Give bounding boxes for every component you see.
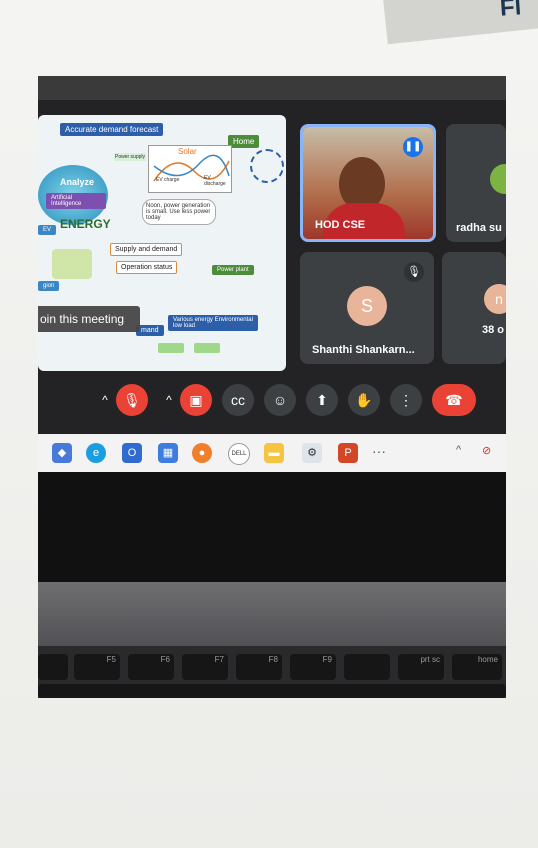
slide-ai: Artificial Intelligence bbox=[46, 193, 106, 209]
participant-tile-shanthi[interactable]: 🎙 S Shanthi Shankarn... bbox=[300, 252, 434, 364]
photo: Accurate demand forecast Home Analyze Ar… bbox=[38, 76, 506, 698]
meet-top-bar bbox=[38, 76, 506, 100]
powerpoint-icon[interactable]: P bbox=[338, 443, 358, 463]
camera-options-caret[interactable]: ^ bbox=[156, 385, 182, 415]
participant-tile-radha[interactable]: radha su bbox=[446, 124, 506, 242]
slide-various-energy: Various energy Environmental low load bbox=[168, 315, 258, 331]
slide-gion: gion bbox=[38, 281, 60, 291]
mic-off-button[interactable]: 🎙 bbox=[116, 384, 148, 416]
leave-call-button[interactable]: ☎ bbox=[432, 384, 476, 416]
participant-count: 38 o bbox=[482, 324, 505, 336]
key bbox=[38, 654, 68, 680]
key-f8: F8 bbox=[236, 654, 282, 680]
participant-name: radha su bbox=[456, 222, 502, 234]
camera-off-icon: ▣ bbox=[189, 392, 203, 408]
participant-tile-others[interactable]: n 38 o bbox=[442, 252, 506, 364]
corner-lettering: Fl bbox=[499, 0, 523, 22]
slide-green-tag bbox=[194, 343, 220, 353]
network-icon[interactable]: ⊘ bbox=[482, 444, 491, 457]
mic-options-caret[interactable]: ^ bbox=[92, 385, 118, 415]
gear-icon bbox=[250, 149, 284, 183]
laptop-deck bbox=[38, 582, 506, 654]
presented-slide: Accurate demand forecast Home Analyze Ar… bbox=[38, 115, 286, 371]
key-home: home bbox=[452, 654, 502, 680]
avatar: n bbox=[484, 284, 506, 314]
slide-energy: ENERGY bbox=[60, 217, 111, 231]
outlook-icon[interactable]: O bbox=[122, 443, 142, 463]
slide-title-box: Accurate demand forecast bbox=[60, 123, 164, 136]
slide-demand: mand bbox=[136, 325, 164, 336]
slide-analyze: Analyze bbox=[60, 177, 95, 187]
avatar: S bbox=[347, 286, 387, 326]
slide-ev-discharge: EV discharge bbox=[204, 175, 226, 187]
speaking-icon: ❚❚ bbox=[403, 137, 423, 157]
participant-name: Shanthi Shankarn... bbox=[312, 344, 415, 356]
participant-name: HOD CSE bbox=[315, 219, 366, 231]
dell-icon[interactable]: DELL bbox=[228, 443, 250, 465]
participant-tile-hod[interactable]: ❚❚ HOD CSE bbox=[300, 124, 436, 242]
captions-button[interactable]: cc bbox=[222, 384, 254, 416]
emoji-icon: ☺ bbox=[272, 392, 288, 408]
key-prt-sc: prt sc bbox=[398, 654, 444, 680]
slide-operation-status: Operation status bbox=[116, 261, 178, 274]
house-graphic bbox=[52, 249, 92, 279]
emoji-button[interactable]: ☺ bbox=[264, 384, 296, 416]
slide-noon-bubble: Noon, power generation is small. Use les… bbox=[142, 199, 216, 225]
key bbox=[344, 654, 390, 680]
folder-icon[interactable]: ▬ bbox=[264, 443, 284, 463]
slide-power-plant: Power plant bbox=[212, 265, 254, 275]
present-button[interactable]: ⬆ bbox=[306, 384, 338, 416]
key-f6: F6 bbox=[128, 654, 174, 680]
slide-supply-demand: Supply and demand bbox=[110, 243, 183, 256]
avatar bbox=[490, 164, 506, 194]
key-f7: F7 bbox=[182, 654, 228, 680]
raise-hand-button[interactable]: ✋ bbox=[348, 384, 380, 416]
key-row bbox=[38, 684, 506, 698]
end-call-icon: ☎ bbox=[445, 392, 463, 408]
key-f5: F5 bbox=[74, 654, 120, 680]
slide-ev-charge: EV charge bbox=[156, 177, 180, 183]
laptop-bezel bbox=[38, 472, 506, 582]
mic-off-icon: 🎙 bbox=[123, 392, 141, 408]
edge-icon[interactable]: e bbox=[86, 443, 106, 463]
slide-power-supply: Power supply bbox=[114, 153, 147, 161]
slide-home-box: Home bbox=[228, 135, 260, 148]
camera-off-button[interactable]: ▣ bbox=[180, 384, 212, 416]
settings-icon[interactable]: ⚙ bbox=[302, 443, 322, 463]
more-options-button[interactable]: ⋮ bbox=[390, 384, 422, 416]
key-f9: F9 bbox=[290, 654, 336, 680]
mic-off-icon: 🎙 bbox=[404, 262, 424, 282]
more-apps[interactable]: ··· bbox=[372, 443, 386, 459]
chevron-up-icon[interactable]: ^ bbox=[456, 444, 461, 456]
captions-icon: cc bbox=[231, 392, 245, 408]
slide-ev: EV bbox=[38, 225, 57, 235]
present-icon: ⬆ bbox=[316, 392, 328, 408]
slide-solar: Solar bbox=[178, 147, 197, 156]
store-icon[interactable]: ▦ bbox=[158, 443, 178, 463]
raise-hand-icon: ✋ bbox=[355, 392, 373, 408]
keyboard: F5 F6 F7 F8 F9 prt sc home bbox=[38, 646, 506, 698]
widgets-icon[interactable]: ◆ bbox=[52, 443, 72, 463]
more-icon: ⋮ bbox=[399, 392, 413, 408]
firefox-icon[interactable]: ● bbox=[192, 443, 212, 463]
join-meeting-tooltip[interactable]: oin this meeting bbox=[38, 306, 140, 332]
slide-green-tag bbox=[158, 343, 184, 353]
taskbar: ◆ e O ▦ ● DELL ▬ ⚙ P ··· ^ ⊘ bbox=[38, 434, 506, 472]
